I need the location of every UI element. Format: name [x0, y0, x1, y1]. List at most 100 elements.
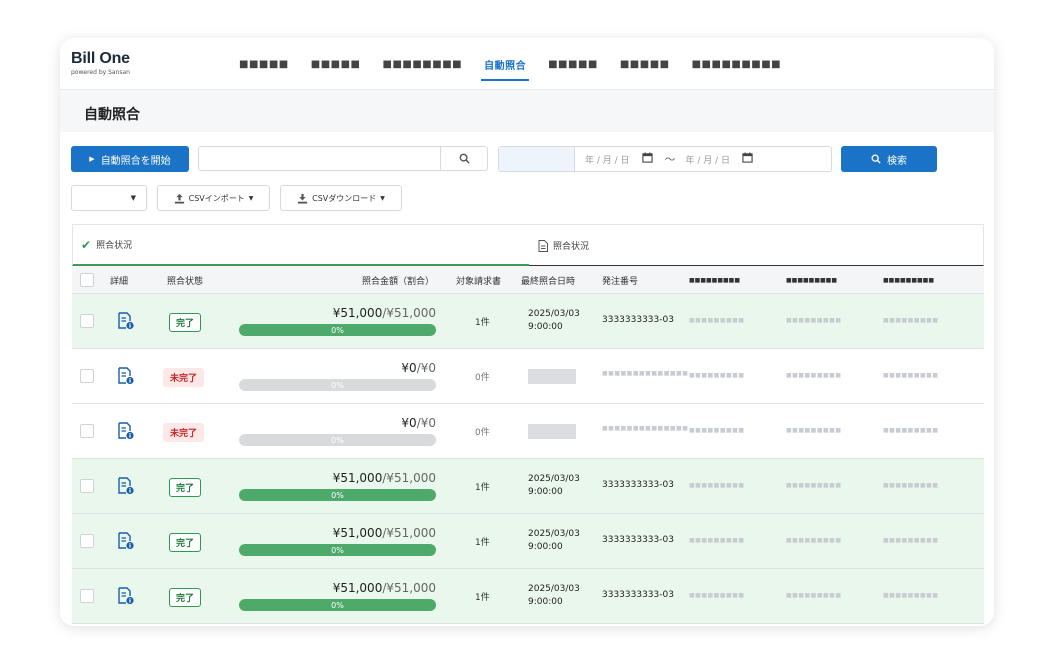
date-to-field[interactable]: 年 / 月 / 日: [676, 152, 754, 166]
page-title: 自動照合: [84, 107, 140, 123]
title-band: [60, 90, 994, 132]
nav-item-2[interactable]: ■■■■■: [300, 38, 372, 90]
match-progress-bar: 0%: [239, 489, 436, 501]
nav-item-5[interactable]: ■■■■■: [537, 38, 609, 90]
detail-icon[interactable]: [118, 312, 134, 330]
last-matched-cell: 2025/03/03 9:00:00: [528, 473, 580, 499]
invoice-count: 1件: [475, 483, 490, 493]
detail-icon[interactable]: [118, 367, 134, 385]
last-matched-date: 2025/03/03: [528, 584, 580, 594]
last-matched-datetime: 2025/03/03 9:00:00: [528, 528, 580, 554]
col-amount: 照合金額（割合）: [362, 276, 435, 287]
row-checkbox-cell[interactable]: [80, 534, 94, 548]
table-body: 完了 ¥51,000/¥51,000 0% 1件 2025/03/03 9:00:…: [72, 294, 984, 624]
table-row[interactable]: 未完了 ¥0/¥0 0% 0件 ■■■■■■■■■■■■■■ ■■■■■■■■■…: [72, 404, 984, 459]
masked-value-3: ■■■■■■■■■: [883, 537, 939, 544]
col-order-number: 発注番号: [602, 276, 639, 287]
tab-matching-status[interactable]: 照合状況: [538, 225, 589, 266]
col-status: 照合状態: [167, 276, 204, 287]
total-amount-value: /¥51,000: [382, 526, 436, 540]
search-button[interactable]: 検索: [841, 146, 937, 172]
status-cell: 未完了: [163, 423, 205, 442]
detail-icon[interactable]: [118, 587, 134, 605]
last-matched-cell: 2025/03/03 9:00:00: [528, 528, 580, 554]
invoice-count: 1件: [475, 318, 490, 328]
nav-item-3[interactable]: ■■■■■■■■: [372, 38, 474, 90]
progress-label: 0%: [331, 435, 344, 445]
row-checkbox-cell[interactable]: [80, 424, 94, 438]
last-matched-datetime: 2025/03/03 9:00:00: [528, 473, 580, 499]
brand-logo[interactable]: Bill One powered by Sansan: [71, 50, 130, 76]
check-icon: ✔: [81, 237, 92, 252]
masked-value-2: ■■■■■■■■■: [786, 482, 842, 489]
masked-value-1: ■■■■■■■■■: [689, 317, 745, 324]
nav-item-1[interactable]: ■■■■■: [228, 38, 300, 90]
progress-label: 0%: [331, 545, 344, 555]
row-checkbox[interactable]: [80, 424, 94, 438]
search-icon: [459, 153, 470, 164]
row-checkbox[interactable]: [80, 589, 94, 603]
invoice-count: 1件: [475, 538, 490, 548]
calendar-icon[interactable]: [742, 152, 753, 166]
total-amount-value: /¥0: [416, 416, 436, 430]
start-auto-matching-button[interactable]: ▶ 自動照合を開始: [71, 146, 189, 172]
order-number: ■■■■■■■■■■■■■■: [602, 370, 689, 377]
row-checkbox[interactable]: [80, 314, 94, 328]
csv-import-button[interactable]: CSVインポート ▼: [157, 185, 270, 211]
masked-value-1: ■■■■■■■■■: [689, 537, 745, 544]
select-all-checkbox-cell[interactable]: [80, 266, 94, 294]
tab-matching-status-active[interactable]: ✔ 照合状況: [73, 225, 529, 266]
row-checkbox[interactable]: [80, 479, 94, 493]
invoice-count: 0件: [475, 428, 490, 438]
row-checkbox-cell[interactable]: [80, 314, 94, 328]
date-from-field[interactable]: 年 / 月 / 日: [575, 152, 653, 166]
status-cell: 完了: [169, 588, 202, 607]
col-invoices: 対象請求書: [456, 276, 502, 287]
row-checkbox-cell[interactable]: [80, 479, 94, 493]
table-row[interactable]: 完了 ¥51,000/¥51,000 0% 1件 2025/03/03 9:00:…: [72, 514, 984, 569]
status-tabs: ✔ 照合状況 照合状況: [72, 224, 984, 266]
row-checkbox-cell[interactable]: [80, 589, 94, 603]
col-detail: 詳細: [110, 276, 129, 287]
csv-import-label: CSVインポート: [188, 193, 245, 203]
calendar-icon[interactable]: [641, 152, 653, 166]
start-auto-matching-label: 自動照合を開始: [100, 155, 171, 167]
last-matched-time: 9:00:00: [528, 597, 563, 607]
search-input[interactable]: [198, 146, 441, 171]
order-number: 3333333333-03: [602, 590, 674, 600]
table-row[interactable]: 完了 ¥51,000/¥51,000 0% 1件 2025/03/03 9:00:…: [72, 569, 984, 624]
table-row[interactable]: 未完了 ¥0/¥0 0% 0件 ■■■■■■■■■■■■■■ ■■■■■■■■■…: [72, 349, 984, 404]
status-cell: 完了: [169, 478, 202, 497]
status-cell: 完了: [169, 313, 202, 332]
detail-icon[interactable]: [118, 477, 134, 495]
select-all-checkbox[interactable]: [80, 273, 94, 287]
filter-select[interactable]: ▼: [71, 185, 147, 211]
detail-icon[interactable]: [118, 532, 134, 550]
nav-item-auto-matching[interactable]: 自動照合: [473, 38, 537, 90]
matched-amount-value: ¥0: [401, 361, 417, 375]
nav-item-7[interactable]: ■■■■■■■■■: [681, 38, 793, 90]
search-icon-button[interactable]: [440, 146, 488, 171]
csv-download-button[interactable]: CSVダウンロード ▼: [280, 185, 402, 211]
row-checkbox[interactable]: [80, 369, 94, 383]
matched-amount-value: ¥51,000: [332, 581, 383, 595]
table-row[interactable]: 完了 ¥51,000/¥51,000 0% 1件 2025/03/03 9:00:…: [72, 459, 984, 514]
row-checkbox-cell[interactable]: [80, 369, 94, 383]
total-amount-value: /¥51,000: [382, 306, 436, 320]
detail-icon[interactable]: [118, 422, 134, 440]
progress-label: 0%: [331, 380, 344, 390]
progress-label: 0%: [331, 600, 344, 610]
play-icon: ▶: [89, 155, 95, 163]
matching-table: 詳細 照合状態 照合金額（割合） 対象請求書 最終照合日時 発注番号 ■■■■■…: [72, 266, 984, 624]
matched-amount: ¥51,000/¥51,000: [239, 471, 436, 485]
row-checkbox[interactable]: [80, 534, 94, 548]
nav-item-6[interactable]: ■■■■■: [609, 38, 681, 90]
order-number: 3333333333-03: [602, 315, 674, 325]
invoice-count: 1件: [475, 593, 490, 603]
status-badge-complete: 完了: [169, 588, 202, 607]
masked-value-3: ■■■■■■■■■: [883, 592, 939, 599]
date-type-select[interactable]: [499, 147, 575, 171]
table-row[interactable]: 完了 ¥51,000/¥51,000 0% 1件 2025/03/03 9:00:…: [72, 294, 984, 349]
matched-amount-value: ¥51,000: [332, 306, 383, 320]
invoice-count: 0件: [475, 373, 490, 383]
